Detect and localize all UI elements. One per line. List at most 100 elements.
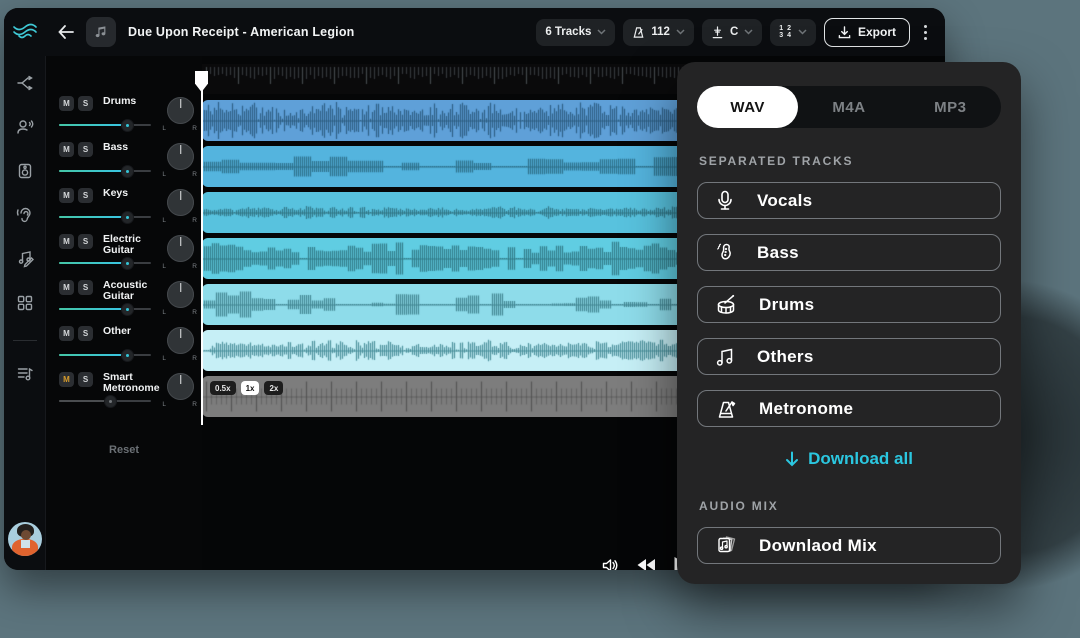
- download-mix-label: Downlaod Mix: [759, 536, 877, 556]
- volume-button[interactable]: [602, 558, 619, 571]
- format-tab-wav[interactable]: WAV: [697, 86, 798, 128]
- track-name: Keys: [103, 188, 128, 199]
- pan-knob[interactable]: [167, 327, 194, 354]
- pan-knob[interactable]: [167, 189, 194, 216]
- solo-button[interactable]: S: [78, 142, 93, 157]
- volume-slider[interactable]: [59, 304, 151, 314]
- download-mix-button[interactable]: Downlaod Mix: [697, 527, 1001, 564]
- volume-slider-thumb[interactable]: [122, 120, 133, 131]
- pitch-fork-icon: [711, 26, 724, 39]
- back-button[interactable]: [58, 25, 74, 39]
- volume-slider-thumb[interactable]: [122, 166, 133, 177]
- track-name: Other: [103, 326, 131, 337]
- track-row: MS Acoustic Guitar L R: [46, 280, 202, 324]
- ear-icon[interactable]: [16, 206, 34, 224]
- pan-right-label: R: [192, 401, 197, 408]
- mute-button[interactable]: M: [59, 372, 74, 387]
- speed-chip[interactable]: 1x: [241, 381, 260, 395]
- pan-right-label: R: [192, 125, 197, 132]
- volume-slider[interactable]: [59, 166, 151, 176]
- volume-slider[interactable]: [59, 120, 151, 130]
- amp-icon[interactable]: [16, 162, 34, 180]
- separated-tracks-heading: SEPARATED TRACKS: [699, 154, 999, 168]
- volume-slider-thumb[interactable]: [122, 350, 133, 361]
- pan-knob[interactable]: [167, 281, 194, 308]
- track-row: MSBassLR: [46, 142, 202, 186]
- track-row: MSDrumsLR: [46, 96, 202, 140]
- reset-button[interactable]: Reset: [46, 444, 202, 456]
- download-all-link[interactable]: Download all: [697, 449, 1001, 469]
- apps-grid-icon[interactable]: [16, 294, 34, 312]
- tracks-dropdown[interactable]: 6 Tracks: [536, 19, 615, 46]
- pan-knob[interactable]: [167, 143, 194, 170]
- solo-button[interactable]: S: [78, 188, 93, 203]
- song-title: Due Upon Receipt - American Legion: [128, 25, 355, 39]
- pan-knob[interactable]: [167, 373, 194, 400]
- volume-slider-thumb[interactable]: [122, 304, 133, 315]
- format-tab-mp3[interactable]: MP3: [900, 86, 1001, 128]
- time-signature-dropdown[interactable]: 1 2 3 4: [770, 19, 816, 46]
- download-vocals-button[interactable]: Vocals: [697, 182, 1001, 219]
- app-logo[interactable]: [4, 23, 46, 41]
- download-metronome-button[interactable]: Metronome: [697, 390, 1001, 427]
- volume-slider-thumb[interactable]: [105, 396, 116, 407]
- bpm-dropdown[interactable]: 112: [623, 19, 694, 46]
- pan-knob[interactable]: [167, 235, 194, 262]
- mute-button[interactable]: M: [59, 142, 74, 157]
- user-avatar[interactable]: [8, 522, 42, 556]
- volume-slider[interactable]: [59, 212, 151, 222]
- more-options-button[interactable]: [918, 21, 933, 44]
- speed-chip[interactable]: 0.5x: [210, 381, 236, 395]
- playhead-line: [201, 90, 203, 425]
- download-drums-button[interactable]: Drums: [697, 286, 1001, 323]
- solo-button[interactable]: S: [78, 96, 93, 111]
- stem-split-icon[interactable]: [16, 74, 34, 92]
- mix-files-icon: [715, 535, 737, 557]
- solo-button[interactable]: S: [78, 326, 93, 341]
- track-name: Electric Guitar: [103, 234, 169, 256]
- download-bass-button[interactable]: Bass: [697, 234, 1001, 271]
- download-others-button[interactable]: Others: [697, 338, 1001, 375]
- stem-label: Metronome: [759, 399, 853, 419]
- topbar: Due Upon Receipt - American Legion 6 Tra…: [4, 8, 945, 56]
- microphone-icon: [715, 190, 735, 212]
- pan-right-label: R: [192, 171, 197, 178]
- lyrics-edit-icon[interactable]: [16, 250, 34, 268]
- mute-button[interactable]: M: [59, 188, 74, 203]
- rewind-button[interactable]: [636, 558, 656, 570]
- pan-left-label: L: [162, 309, 166, 316]
- chevron-down-icon: [744, 29, 753, 35]
- pan-knob[interactable]: [167, 97, 194, 124]
- mute-button[interactable]: M: [59, 96, 74, 111]
- mute-button[interactable]: M: [59, 326, 74, 341]
- track-row: MSElectric GuitarLR: [46, 234, 202, 278]
- bass-guitar-icon: [715, 242, 735, 264]
- track-name: Acoustic Guitar: [103, 280, 169, 302]
- volume-slider[interactable]: [59, 258, 151, 268]
- solo-button[interactable]: S: [78, 280, 93, 295]
- pan-left-label: L: [162, 171, 166, 178]
- speed-chip[interactable]: 2x: [264, 381, 283, 395]
- track-name: Smart Metronome: [103, 372, 169, 394]
- download-icon: [838, 26, 851, 39]
- format-tab-m4a[interactable]: M4A: [798, 86, 899, 128]
- stem-label: Vocals: [757, 191, 812, 211]
- volume-slider-thumb[interactable]: [122, 258, 133, 269]
- volume-slider-thumb[interactable]: [122, 212, 133, 223]
- solo-button[interactable]: S: [78, 234, 93, 249]
- chevron-down-icon: [597, 29, 606, 35]
- drum-icon: [715, 294, 737, 316]
- voice-icon[interactable]: [16, 118, 34, 136]
- volume-slider[interactable]: [59, 396, 151, 406]
- pan-right-label: R: [192, 355, 197, 362]
- metronome-icon: [715, 398, 737, 420]
- solo-button[interactable]: S: [78, 372, 93, 387]
- setlist-icon[interactable]: [16, 365, 34, 383]
- mute-button[interactable]: M: [59, 234, 74, 249]
- export-button[interactable]: Export: [824, 18, 910, 47]
- pan-right-label: R: [192, 309, 197, 316]
- metronome-icon: [632, 26, 645, 39]
- key-dropdown[interactable]: C: [702, 19, 762, 46]
- volume-slider[interactable]: [59, 350, 151, 360]
- mute-button[interactable]: M: [59, 280, 74, 295]
